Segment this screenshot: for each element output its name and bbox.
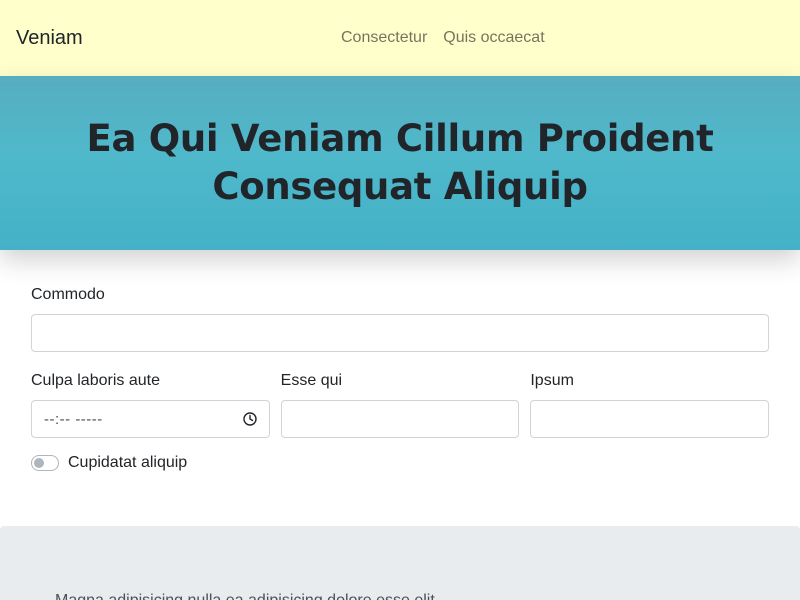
commodo-label: Commodo — [31, 286, 105, 303]
clock-icon[interactable] — [242, 412, 257, 426]
form-row: Culpa laboris aute --:-- ----- Esse qui … — [31, 372, 770, 438]
nav-link-quis-occaecat[interactable]: Quis occaecat — [443, 29, 544, 47]
time-input-value: --:-- ----- — [44, 410, 103, 428]
time-input[interactable]: --:-- ----- — [31, 400, 270, 438]
esse-qui-input[interactable] — [280, 400, 520, 438]
ipsum-input[interactable] — [530, 400, 770, 438]
footer-text: Magna adipisicing nulla ea adipisicing d… — [55, 592, 435, 600]
cupidatat-aliquip-label[interactable]: Cupidatat aliquip — [68, 454, 187, 472]
hero-title: Ea Qui Veniam Cillum Proident Consequat … — [86, 117, 714, 208]
navbar: Veniam Consectetur Quis occaecat — [0, 0, 800, 76]
form-group-esse-qui: Esse qui — [280, 372, 520, 438]
ipsum-label: Ipsum — [530, 372, 574, 389]
footer: Magna adipisicing nulla ea adipisicing d… — [0, 526, 800, 600]
cupidatat-aliquip-toggle[interactable] — [31, 455, 59, 471]
culpa-laboris-aute-label: Culpa laboris aute — [31, 372, 160, 389]
toggle-knob — [34, 458, 44, 468]
nav-links: Consectetur Quis occaecat — [341, 0, 545, 76]
form-group-commodo: Commodo — [31, 286, 769, 352]
form: Commodo Culpa laboris aute --:-- ----- E… — [0, 250, 800, 526]
switch-group: Cupidatat aliquip — [31, 454, 769, 472]
esse-qui-label: Esse qui — [280, 372, 343, 389]
hero-banner: Ea Qui Veniam Cillum Proident Consequat … — [0, 76, 800, 250]
commodo-input[interactable] — [31, 314, 769, 352]
form-group-culpa-laboris-aute: Culpa laboris aute --:-- ----- — [31, 372, 270, 438]
navbar-brand[interactable]: Veniam — [16, 28, 83, 48]
form-group-ipsum: Ipsum — [530, 372, 770, 438]
nav-link-consectetur[interactable]: Consectetur — [341, 29, 427, 47]
